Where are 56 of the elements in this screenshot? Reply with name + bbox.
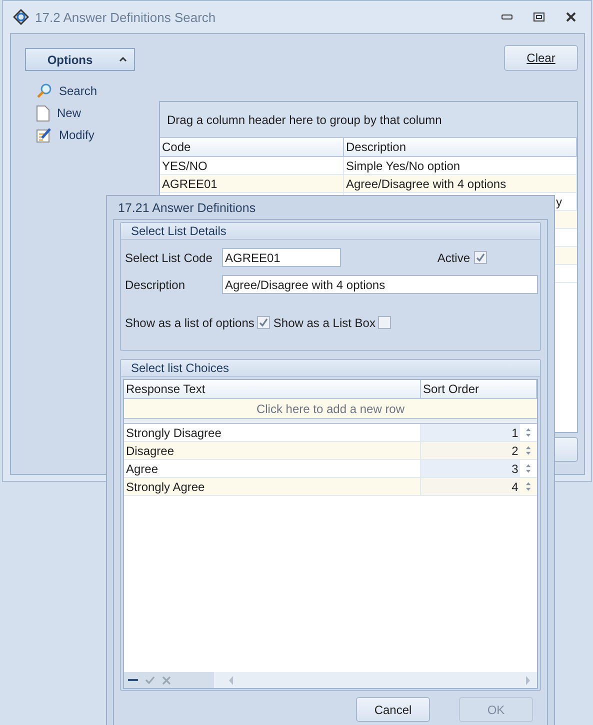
description-input[interactable]: Agree/Disagree with 4 options (222, 275, 538, 294)
table-cell-text: Strongly Disagree (125, 424, 222, 441)
group-title: Select List Details (131, 224, 226, 238)
table-cell: 2 (420, 442, 520, 459)
table-cell: YES/NO (160, 157, 344, 174)
active-checkbox[interactable] (474, 251, 487, 264)
dialog-button[interactable]: Cancel (356, 697, 430, 722)
column-header[interactable]: Response Text (124, 380, 421, 398)
field-label: Description (125, 278, 186, 292)
code-input[interactable]: AGREE01 (222, 248, 341, 267)
table-cell: 3 (420, 460, 520, 477)
minimize-icon[interactable] (501, 13, 513, 21)
clear-button[interactable]: Clear (504, 45, 578, 71)
table-cell: AGREE01 (160, 175, 344, 192)
table-cell-text: Disagree (125, 442, 176, 459)
horizontal-scrollbar[interactable] (214, 672, 537, 688)
document-icon[interactable] (36, 104, 50, 122)
scroll-right-icon[interactable] (525, 676, 530, 684)
dialog-title: 17.21 Answer Definitions (118, 200, 256, 214)
app-logo-icon (13, 9, 29, 25)
table-cell: Agree/Disagree with 4 options (344, 175, 577, 192)
column-header[interactable]: Sort Order (421, 380, 537, 398)
option-link[interactable]: New (57, 106, 82, 120)
table-row[interactable]: AGREE01 Agree/Disagree with 4 options (160, 175, 577, 193)
scroll-left-icon[interactable] (229, 676, 234, 684)
spin-arrows-icon[interactable] (525, 445, 532, 456)
table-cell: 1 (420, 424, 520, 441)
maximize-icon[interactable] (533, 12, 545, 22)
check-icon[interactable] (145, 676, 155, 684)
checkbox-label: Show as a list of options (125, 316, 254, 330)
list-options-checkbox[interactable] (257, 316, 270, 329)
column-header[interactable]: Description (344, 138, 577, 156)
search-icon[interactable] (36, 83, 52, 99)
checkbox-label: Show as a List Box (273, 316, 376, 330)
table-cell-text: Agree (125, 460, 160, 477)
field-label: Select List Code (125, 250, 214, 264)
table-cell: 4 (420, 478, 520, 495)
minus-icon[interactable] (128, 678, 138, 682)
collapse-icon (118, 57, 127, 62)
edit-document-icon[interactable] (36, 127, 52, 143)
spin-arrows-icon[interactable] (525, 481, 532, 492)
spin-arrows-icon[interactable] (525, 427, 532, 438)
close-icon[interactable] (565, 11, 577, 23)
table-cell: Simple Yes/No option (344, 157, 577, 174)
field-label: Active (437, 250, 470, 264)
new-row[interactable]: Click here to add a new row (124, 399, 537, 419)
group-hint: Drag a column header here to group by that column (167, 112, 442, 126)
column-header[interactable]: Code (160, 138, 344, 156)
option-link[interactable]: Search (59, 84, 98, 98)
option-link[interactable]: Modify (59, 128, 94, 142)
group-title: Select list Choices (131, 361, 230, 375)
window-title: 17.2 Answer Definitions Search (35, 10, 216, 24)
table-cell-text: Strongly Agree (125, 478, 206, 495)
spin-arrows-icon[interactable] (525, 463, 532, 474)
options-panel-header[interactable]: Options (25, 48, 135, 71)
list-box-checkbox[interactable] (378, 316, 392, 329)
